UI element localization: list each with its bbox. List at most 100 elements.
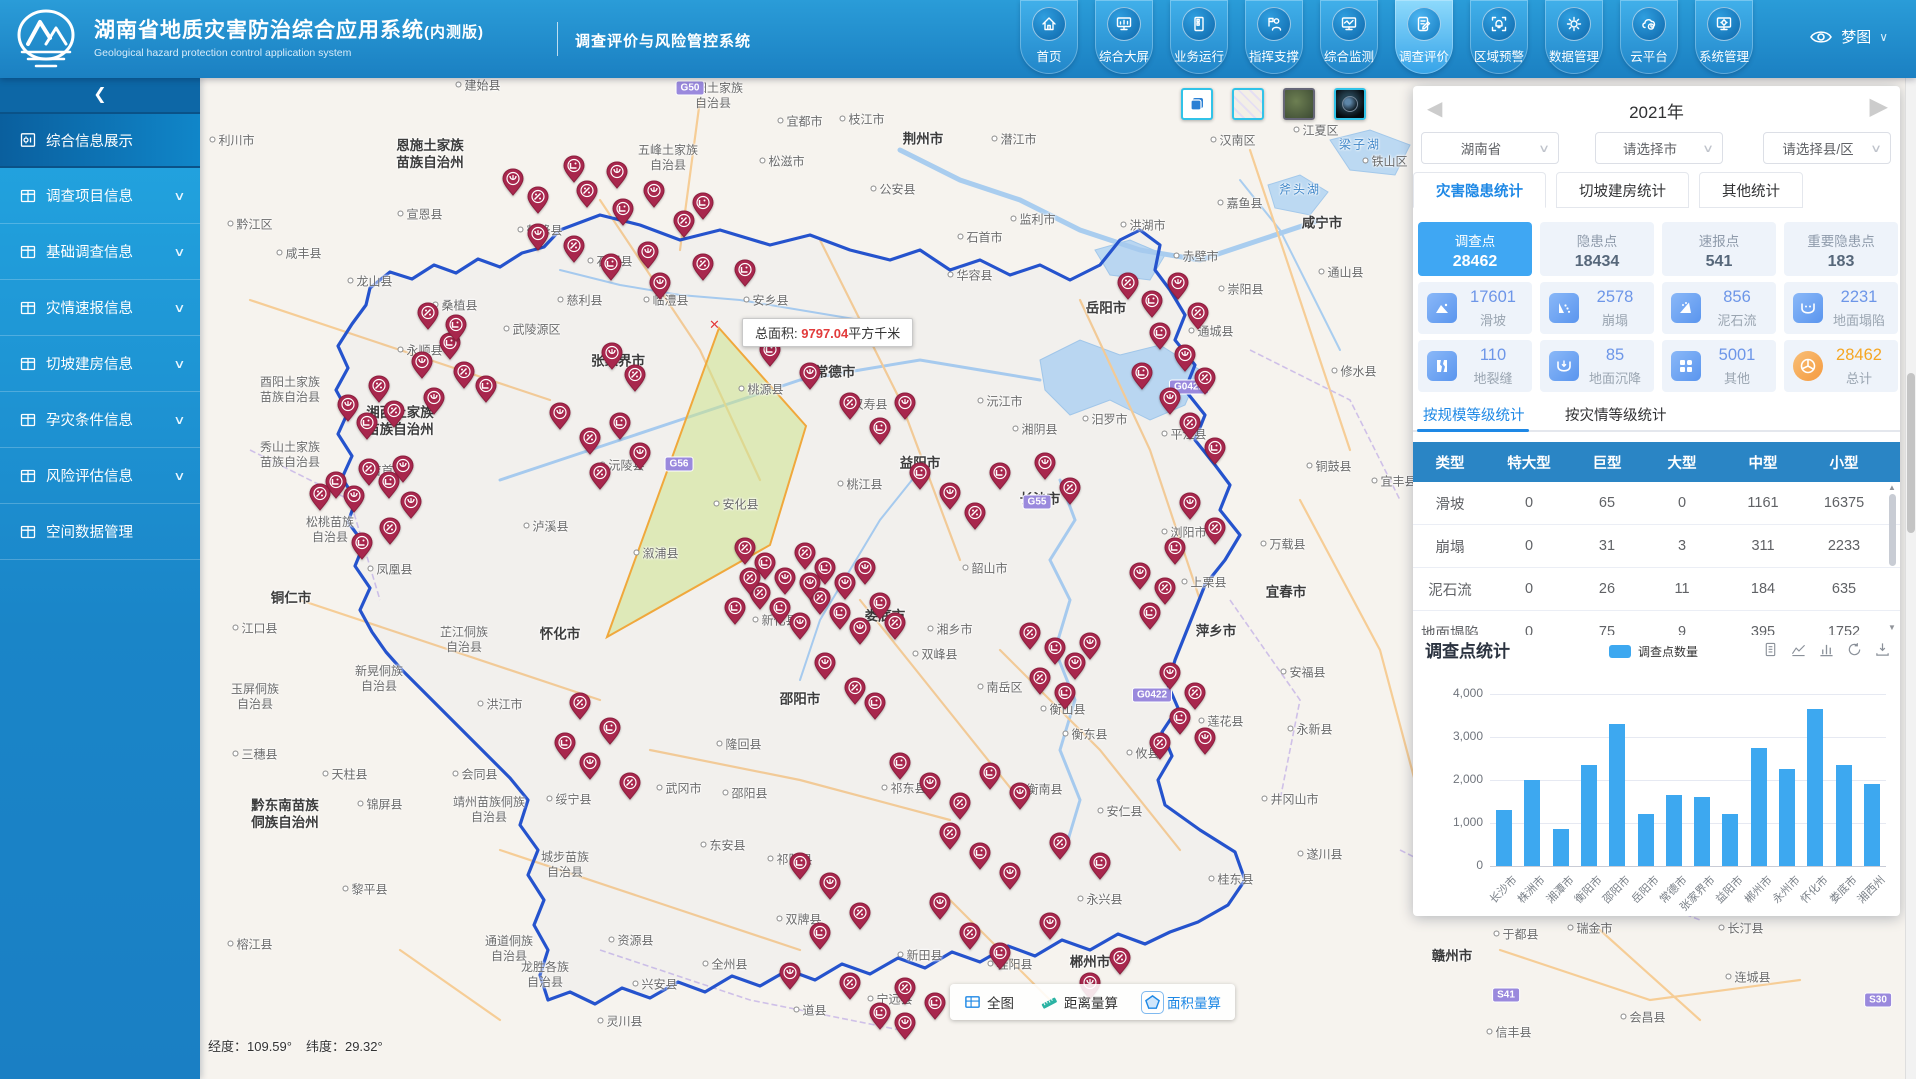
hazard-pin[interactable] <box>601 342 623 375</box>
hazard-pin[interactable] <box>624 364 646 397</box>
sidebar-item-1[interactable]: 综合信息展示 <box>0 112 200 168</box>
stat-card-hidden-danger-points[interactable]: 隐患点18434 <box>1540 222 1654 276</box>
hazard-pin[interactable] <box>889 752 911 785</box>
download-icon[interactable] <box>1875 642 1890 657</box>
sidebar-item-4[interactable]: 灾情速报信息∨ <box>0 280 200 336</box>
tab-slope-housing-statistics[interactable]: 切坡建房统计 <box>1556 172 1689 208</box>
hazard-pin[interactable] <box>527 186 549 219</box>
hazard-pin[interactable] <box>400 491 422 524</box>
hazard-pin[interactable] <box>643 180 665 213</box>
page-scrollbar[interactable] <box>1905 78 1916 1079</box>
hazard-pin[interactable] <box>844 677 866 710</box>
type-card-5[interactable]: 110地裂缝 <box>1418 340 1532 392</box>
hazard-pin[interactable] <box>1187 302 1209 335</box>
nav-item-3[interactable]: 业务运行 <box>1170 0 1228 74</box>
bar-张家界市[interactable] <box>1694 797 1710 866</box>
hazard-pin[interactable] <box>1049 832 1071 865</box>
bar-邵阳市[interactable] <box>1609 724 1625 866</box>
nav-item-8[interactable]: 数据管理 <box>1545 0 1603 74</box>
hazard-pin[interactable] <box>884 612 906 645</box>
sidebar-item-2[interactable]: 调查项目信息∨ <box>0 168 200 224</box>
hazard-pin[interactable] <box>1194 727 1216 760</box>
province-select[interactable]: 湖南省∨ <box>1421 132 1559 164</box>
hazard-pin[interactable] <box>649 272 671 305</box>
hazard-pin[interactable] <box>839 972 861 1005</box>
refresh-icon[interactable] <box>1847 642 1862 657</box>
nav-item-10[interactable]: 系统管理 <box>1695 0 1753 74</box>
hazard-pin[interactable] <box>1149 732 1171 765</box>
hazard-pin[interactable] <box>849 617 871 650</box>
hazard-pin[interactable] <box>1109 947 1131 980</box>
bar-永州市[interactable] <box>1779 769 1795 866</box>
hazard-pin[interactable] <box>779 962 801 995</box>
chart-legend[interactable]: 调查点数量 <box>1609 643 1698 660</box>
hazard-pin[interactable] <box>959 922 981 955</box>
hazard-pin[interactable] <box>423 387 445 420</box>
next-year-arrow[interactable]: ▶ <box>1870 92 1888 121</box>
hazard-pin[interactable] <box>1194 367 1216 400</box>
hazard-pin[interactable] <box>919 772 941 805</box>
user-menu[interactable]: 梦图 ∨ <box>1810 26 1888 47</box>
county-select[interactable]: 请选择县/区∨ <box>1763 132 1891 164</box>
type-card-1[interactable]: 17601滑坡 <box>1418 282 1532 334</box>
hazard-pin[interactable] <box>809 922 831 955</box>
hazard-pin[interactable] <box>637 241 659 274</box>
hazard-pin[interactable] <box>1129 562 1151 595</box>
hazard-pin[interactable] <box>834 572 856 605</box>
type-card-3[interactable]: 856泥石流 <box>1662 282 1776 334</box>
nav-item-5[interactable]: 综合监测 <box>1320 0 1378 74</box>
hazard-pin[interactable] <box>619 772 641 805</box>
bar-怀化市[interactable] <box>1807 709 1823 866</box>
hazard-pin[interactable] <box>411 351 433 384</box>
bar-株洲市[interactable] <box>1524 780 1540 866</box>
hazard-pin[interactable] <box>378 471 400 504</box>
stat-card-survey-points[interactable]: 调查点28462 <box>1418 222 1532 276</box>
subtab-by-disaster-level[interactable]: 按灾情等级统计 <box>1565 404 1667 425</box>
hazard-pin[interactable] <box>769 597 791 630</box>
hazard-pin[interactable] <box>734 537 756 570</box>
hazard-pin[interactable] <box>969 842 991 875</box>
hazard-pin[interactable] <box>612 198 634 231</box>
hazard-pin[interactable] <box>829 602 851 635</box>
hazard-pin[interactable] <box>929 892 951 925</box>
hazard-pin[interactable] <box>799 362 821 395</box>
hazard-pin[interactable] <box>609 412 631 445</box>
hazard-pin[interactable] <box>579 752 601 785</box>
hazard-pin[interactable] <box>445 314 467 347</box>
hazard-pin[interactable] <box>1089 852 1111 885</box>
hazard-pin[interactable] <box>839 392 861 425</box>
sidebar-item-3[interactable]: 基础调查信息∨ <box>0 224 200 280</box>
hazard-pin[interactable] <box>939 482 961 515</box>
hazard-pin[interactable] <box>924 992 946 1025</box>
hazard-pin[interactable] <box>453 361 475 394</box>
hazard-pin[interactable] <box>999 862 1021 895</box>
subtab-by-scale[interactable]: 按规模等级统计 <box>1423 404 1525 425</box>
hazard-pin[interactable] <box>819 872 841 905</box>
layers-icon[interactable] <box>1181 88 1213 120</box>
hazard-pin[interactable] <box>368 375 390 408</box>
hazard-pin[interactable] <box>502 168 524 201</box>
hazard-pin[interactable] <box>343 485 365 518</box>
stat-card-important-points[interactable]: 重要隐患点183 <box>1784 222 1898 276</box>
hazard-pin[interactable] <box>629 442 651 475</box>
data-view-icon[interactable] <box>1763 642 1778 657</box>
nav-item-7[interactable]: 区域预警 <box>1470 0 1528 74</box>
hazard-pin[interactable] <box>1204 517 1226 550</box>
hazard-pin[interactable] <box>1149 322 1171 355</box>
nav-item-6[interactable]: 调查评价 <box>1395 0 1453 74</box>
nav-item-9[interactable]: 云平台 <box>1620 0 1678 74</box>
hazard-pin[interactable] <box>894 977 916 1010</box>
type-card-6[interactable]: 85地面沉降 <box>1540 340 1654 392</box>
bar-郴州市[interactable] <box>1751 748 1767 866</box>
hazard-pin[interactable] <box>789 612 811 645</box>
hazard-pin[interactable] <box>1169 707 1191 740</box>
table-scrollbar[interactable]: ▲ ▼ <box>1887 484 1897 632</box>
hazard-pin[interactable] <box>1039 912 1061 945</box>
hazard-pin[interactable] <box>1141 290 1163 323</box>
hazard-pin[interactable] <box>724 597 746 630</box>
bar-湘潭市[interactable] <box>1553 829 1569 866</box>
hazard-pin[interactable] <box>1164 537 1186 570</box>
hazard-pin[interactable] <box>589 462 611 495</box>
hazard-pin[interactable] <box>606 161 628 194</box>
hazard-pin[interactable] <box>527 223 549 256</box>
